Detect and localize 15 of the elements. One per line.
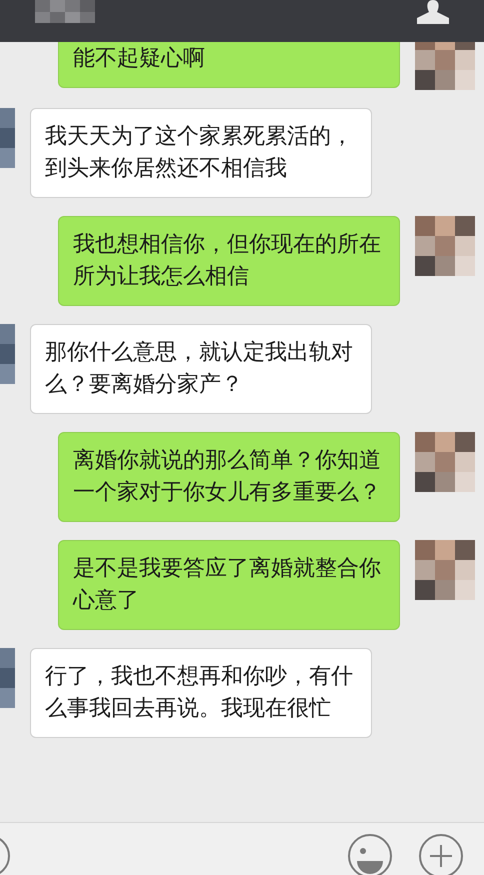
avatar-icon[interactable] bbox=[415, 540, 475, 600]
message-bubble: 我天天为了这个家累死累活的，到头来你居然还不相信我 bbox=[30, 108, 372, 198]
avatar-icon[interactable] bbox=[415, 42, 475, 90]
avatar-icon[interactable] bbox=[415, 216, 475, 276]
plus-icon[interactable] bbox=[418, 833, 464, 875]
avatar-icon[interactable] bbox=[415, 432, 475, 492]
message-bubble: 离婚你就说的那么简单？你知道一个家对于你女儿有多重要么？ bbox=[58, 432, 400, 522]
message-bubble: 能不起疑心啊 bbox=[58, 42, 400, 88]
message-bubble: 我也想相信你，但你现在的所在所为让我怎么相信 bbox=[58, 216, 400, 306]
message-bubble: 行了，我也不想再和你吵，有什么事我回去再说。我现在很忙 bbox=[30, 648, 372, 738]
message-bubble: 那你什么意思，就认定我出轨对么？要离婚分家产？ bbox=[30, 324, 372, 414]
message-bubble: 是不是我要答应了离婚就整合你心意了 bbox=[58, 540, 400, 630]
emoji-icon[interactable] bbox=[347, 833, 393, 875]
person-icon[interactable] bbox=[417, 0, 449, 24]
avatar-icon bbox=[35, 0, 95, 23]
